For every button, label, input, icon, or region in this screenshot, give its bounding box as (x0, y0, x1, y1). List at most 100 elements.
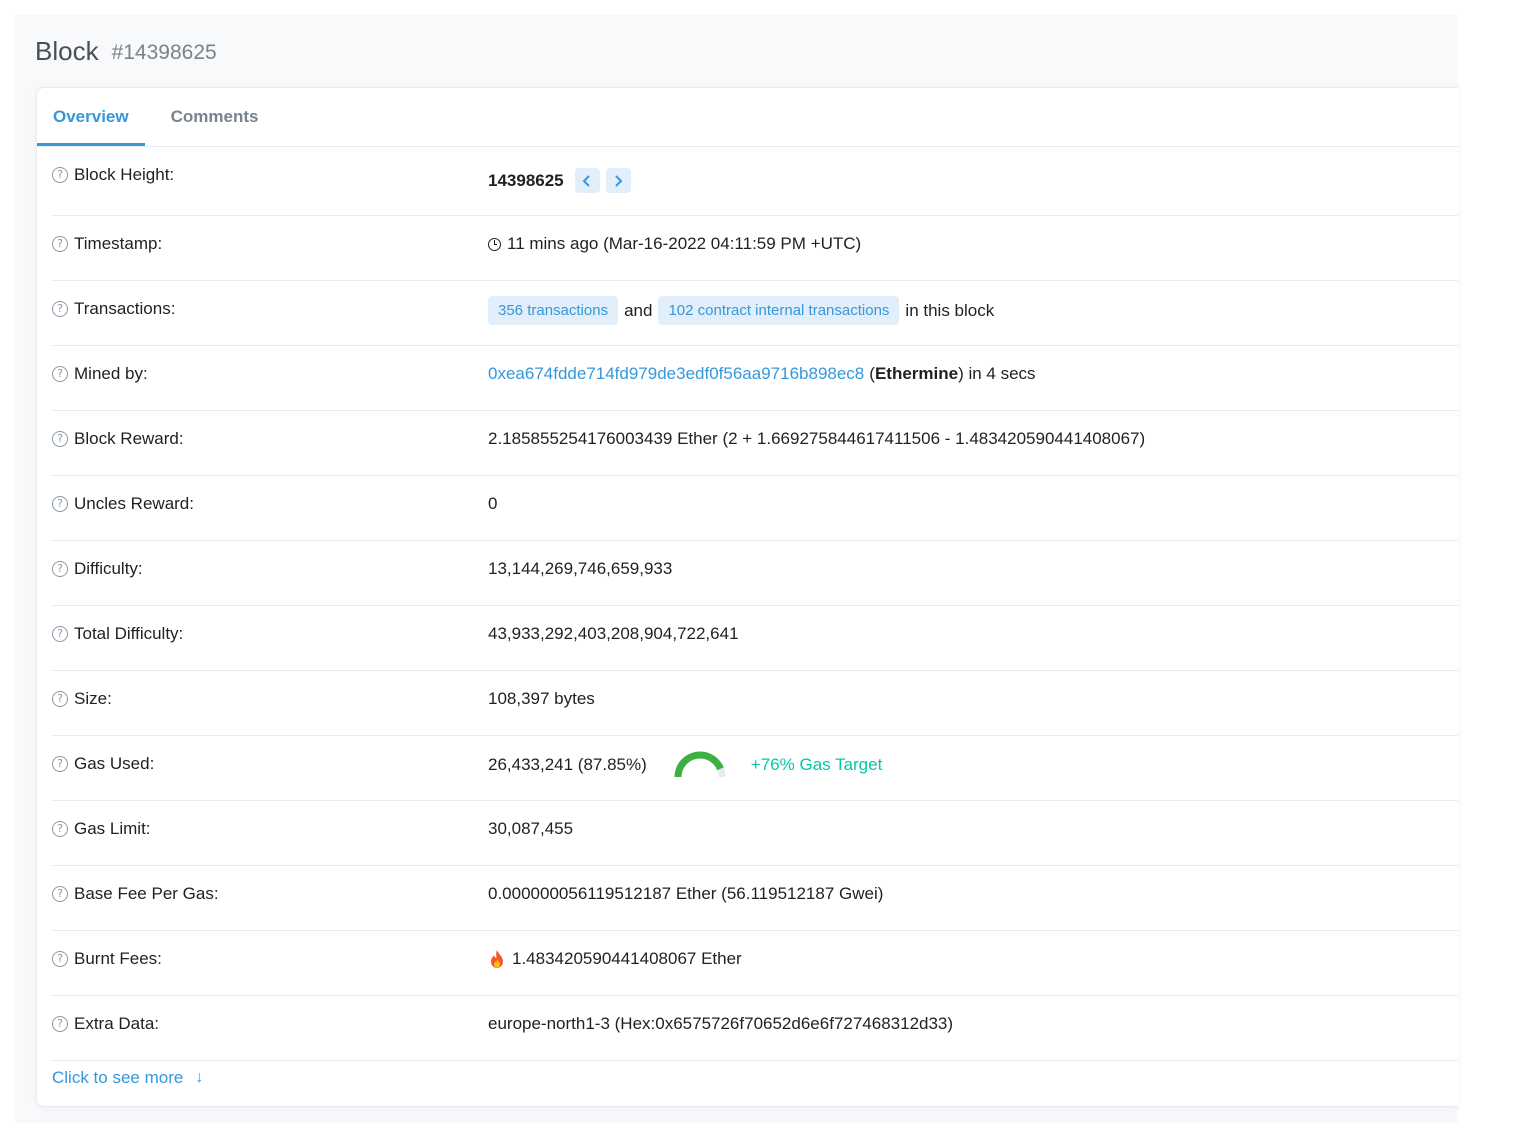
label-text: Uncles Reward: (74, 494, 194, 513)
label-transactions: ? Transactions: (52, 299, 175, 319)
gas-used-value: 26,433,241 (87.85%) (488, 755, 647, 774)
row-size: ? Size: 108,397 bytes (52, 671, 1458, 736)
value-gas-limit: 30,087,455 (488, 819, 573, 839)
label-text: Difficulty: (74, 559, 143, 578)
tab-overview[interactable]: Overview (37, 88, 145, 146)
help-icon[interactable]: ? (52, 301, 68, 317)
value-mined-by: 0xea674fdde714fd979de3edf0f56aa9716b898e… (488, 364, 1036, 384)
block-number-subtitle: #14398625 (111, 40, 217, 64)
chevron-left-icon (582, 174, 590, 187)
tab-bar: Overview Comments (37, 88, 1458, 147)
value-timestamp: 11 mins ago (Mar-16-2022 04:11:59 PM +UT… (488, 234, 861, 254)
help-icon[interactable]: ? (52, 236, 68, 252)
help-icon[interactable]: ? (52, 951, 68, 967)
help-icon[interactable]: ? (52, 496, 68, 512)
help-icon[interactable]: ? (52, 821, 68, 837)
label-text: Block Reward: (74, 429, 184, 448)
tab-comments[interactable]: Comments (155, 88, 275, 146)
total-difficulty-value: 43,933,292,403,208,904,722,641 (488, 624, 739, 643)
label-gas-limit: ? Gas Limit: (52, 819, 151, 839)
see-more-label: Click to see more (52, 1068, 184, 1087)
value-block-reward: 2.185855254176003439 Ether (2 + 1.669275… (488, 429, 1145, 449)
row-uncles-reward: ? Uncles Reward: 0 (52, 476, 1458, 541)
row-timestamp: ? Timestamp: 11 mins ago (Mar-16-2022 04… (52, 216, 1458, 281)
value-burnt-fees: 1.483420590441408067 Ether (488, 949, 742, 969)
label-burnt-fees: ? Burnt Fees: (52, 949, 162, 969)
label-mined-by: ? Mined by: (52, 364, 148, 384)
gauge-fill (674, 751, 724, 778)
internal-transactions-link[interactable]: 102 contract internal transactions (658, 296, 900, 325)
row-mined-by: ? Mined by: 0xea674fdde714fd979de3edf0f5… (52, 346, 1458, 411)
help-icon[interactable]: ? (52, 167, 68, 183)
page-header: Block #14398625 (15, 15, 1458, 87)
help-icon[interactable]: ? (52, 886, 68, 902)
row-total-difficulty: ? Total Difficulty: 43,933,292,403,208,9… (52, 606, 1458, 671)
row-difficulty: ? Difficulty: 13,144,269,746,659,933 (52, 541, 1458, 606)
label-block-reward: ? Block Reward: (52, 429, 184, 449)
block-reward-value: 2.185855254176003439 Ether (2 + 1.669275… (488, 429, 1146, 448)
label-timestamp: ? Timestamp: (52, 234, 162, 254)
label-size: ? Size: (52, 689, 112, 709)
help-icon[interactable]: ? (52, 1016, 68, 1032)
label-text: Gas Limit: (74, 819, 151, 838)
label-text: Burnt Fees: (74, 949, 162, 968)
help-icon[interactable]: ? (52, 756, 68, 772)
label-uncles-reward: ? Uncles Reward: (52, 494, 194, 514)
value-gas-used: 26,433,241 (87.85%) +76% Gas Target (488, 750, 882, 780)
transactions-suffix: in this block (905, 300, 995, 320)
row-block-height: ? Block Height: 14398625 (52, 147, 1458, 216)
page: Block #14398625 Overview Comments ? Bloc… (15, 15, 1458, 1123)
label-total-difficulty: ? Total Difficulty: (52, 624, 183, 644)
extra-data-value: europe-north1-3 (Hex:0x6575726f70652d6e6… (488, 1014, 954, 1033)
row-gas-limit: ? Gas Limit: 30,087,455 (52, 801, 1458, 866)
gas-target-text: +76% Gas Target (750, 755, 883, 774)
prev-block-button[interactable] (574, 168, 600, 193)
row-base-fee: ? Base Fee Per Gas: 0.000000056119512187… (52, 866, 1458, 931)
label-text: Mined by: (74, 364, 148, 383)
label-extra-data: ? Extra Data: (52, 1014, 159, 1034)
label-text: Transactions: (74, 299, 176, 318)
help-icon[interactable]: ? (52, 561, 68, 577)
fire-icon (491, 950, 503, 968)
gas-limit-value: 30,087,455 (488, 819, 574, 838)
value-extra-data: europe-north1-3 (Hex:0x6575726f70652d6e6… (488, 1014, 953, 1034)
help-icon[interactable]: ? (52, 431, 68, 447)
base-fee-value: 0.000000056119512187 Ether (56.119512187… (488, 884, 884, 903)
value-total-difficulty: 43,933,292,403,208,904,722,641 (488, 624, 739, 644)
label-text: Gas Used: (74, 754, 155, 773)
and-text: and (624, 300, 653, 320)
row-block-reward: ? Block Reward: 2.185855254176003439 Eth… (52, 411, 1458, 476)
overview-rows: ? Block Height: 14398625 ? Timestamp: 11… (37, 147, 1458, 1061)
row-extra-data: ? Extra Data: europe-north1-3 (Hex:0x657… (52, 996, 1458, 1061)
page-title: Block (35, 35, 99, 66)
label-difficulty: ? Difficulty: (52, 559, 143, 579)
mined-by-suffix: ) in 4 secs (958, 364, 1036, 383)
value-difficulty: 13,144,269,746,659,933 (488, 559, 672, 579)
label-text: Total Difficulty: (74, 624, 184, 643)
label-text: Base Fee Per Gas: (74, 884, 219, 903)
row-burnt-fees: ? Burnt Fees: 1.483420590441408067 Ether (52, 931, 1458, 996)
timestamp-value: 11 mins ago (Mar-16-2022 04:11:59 PM +UT… (507, 234, 862, 253)
help-icon[interactable]: ? (52, 366, 68, 382)
value-block-height: 14398625 (488, 168, 631, 193)
label-block-height: ? Block Height: (52, 165, 174, 185)
help-icon[interactable]: ? (52, 626, 68, 642)
label-text: Block Height: (74, 165, 175, 184)
transactions-link[interactable]: 356 transactions (488, 296, 619, 325)
value-size: 108,397 bytes (488, 689, 595, 709)
value-uncles-reward: 0 (488, 494, 497, 514)
miner-address-link[interactable]: 0xea674fdde714fd979de3edf0f56aa9716b898e… (488, 364, 864, 384)
gas-gauge (674, 751, 726, 778)
value-transactions: 356 transactions and 102 contract intern… (488, 296, 994, 325)
difficulty-value: 13,144,269,746,659,933 (488, 559, 673, 578)
next-block-button[interactable] (605, 168, 631, 193)
row-transactions: ? Transactions: 356 transactions and 102… (52, 281, 1458, 346)
see-more-link[interactable]: Click to see more ↓ (52, 1068, 203, 1088)
arrow-down-icon: ↓ (195, 1069, 204, 1086)
row-gas-used: ? Gas Used: 26,433,241 (87.85%) +76% Gas… (52, 736, 1458, 801)
label-gas-used: ? Gas Used: (52, 754, 154, 774)
help-icon[interactable]: ? (52, 691, 68, 707)
label-text: Size: (74, 689, 112, 708)
value-base-fee: 0.000000056119512187 Ether (56.119512187… (488, 884, 883, 904)
burnt-fees-value: 1.483420590441408067 Ether (512, 949, 742, 968)
